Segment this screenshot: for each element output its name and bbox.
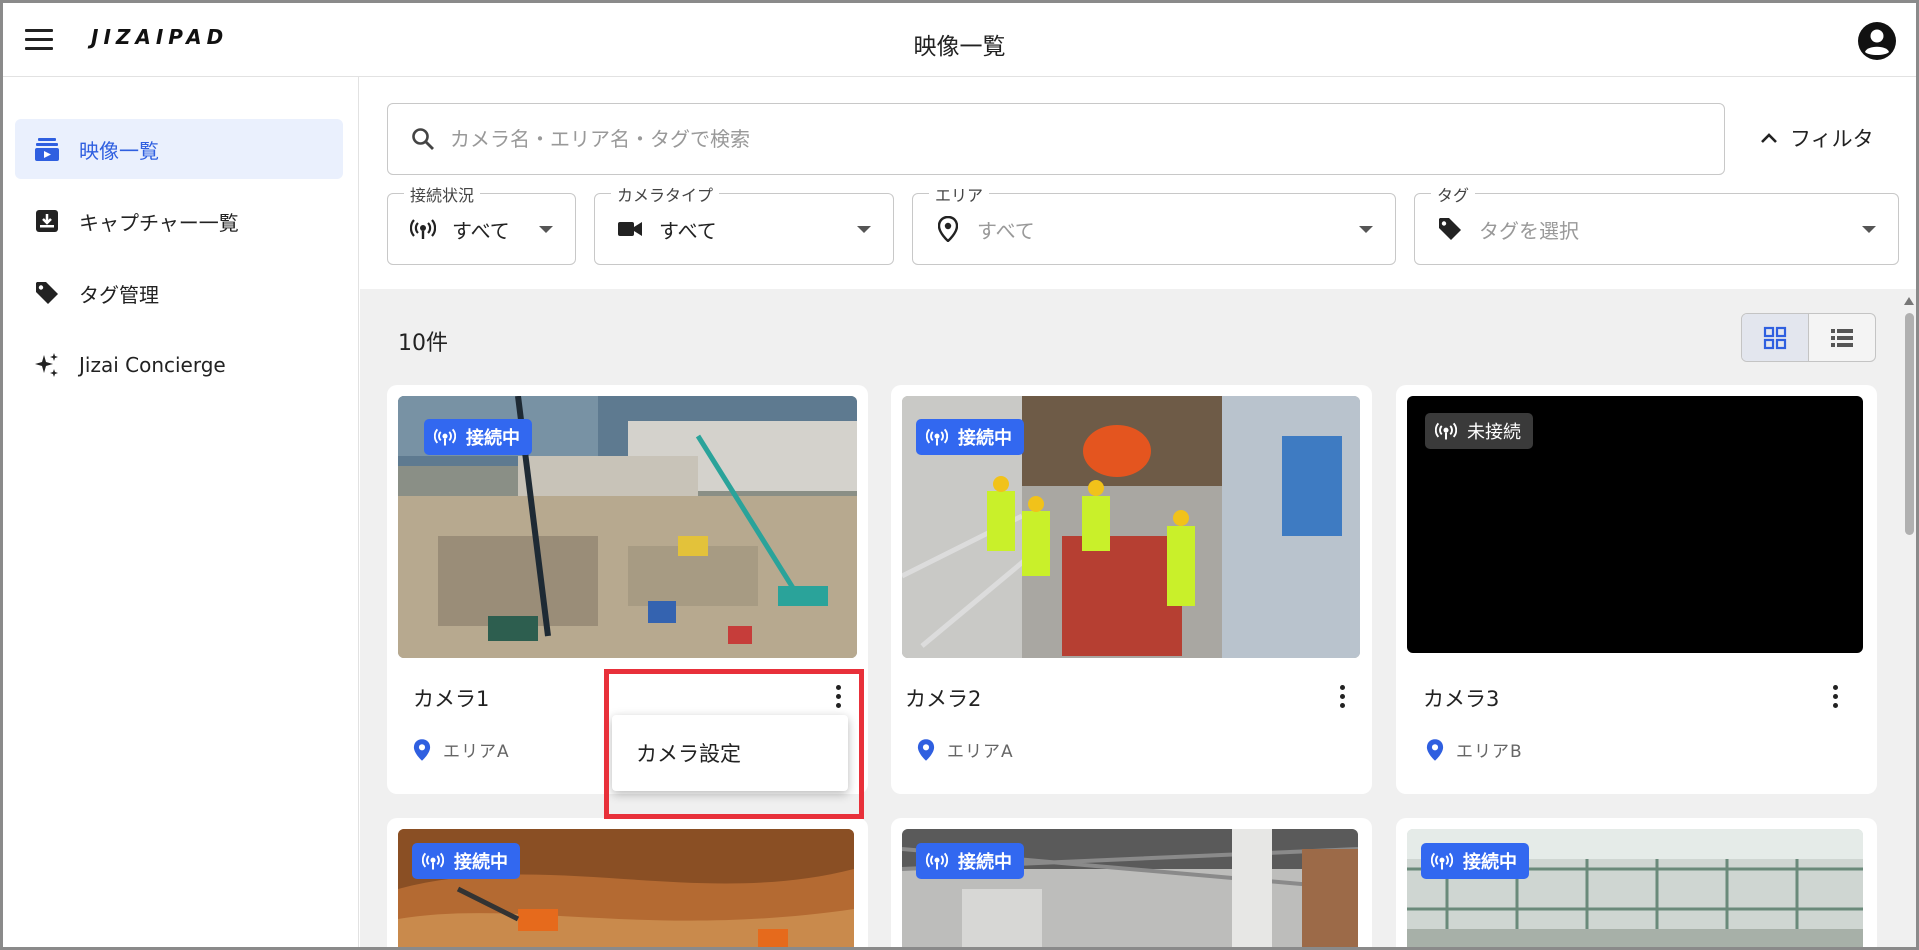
field-value: すべて — [659, 218, 717, 243]
broadcast-icon — [926, 428, 948, 446]
more-options-icon[interactable] — [1332, 681, 1352, 711]
camera-thumbnail[interactable]: 接続中 — [902, 829, 1358, 947]
camera-thumbnail[interactable]: 接続中 — [902, 396, 1360, 658]
grid-icon — [1763, 326, 1787, 349]
camera-thumbnail[interactable]: 接続中 — [398, 829, 854, 947]
field-value: すべて — [452, 218, 510, 243]
camera-card[interactable]: 接続中 — [387, 818, 868, 947]
status-label: 接続中 — [958, 852, 1012, 873]
sidebar: 映像一覧 キャプチャー一覧 タグ管理 Jizai Concierge — [3, 77, 359, 947]
broadcast-icon — [422, 852, 444, 870]
camera-settings-menu-item[interactable]: カメラ設定 — [612, 715, 848, 791]
filter-toggle-label: フィルタ — [1790, 127, 1874, 151]
chevron-up-icon — [1761, 133, 1777, 143]
grid-view-button[interactable] — [1742, 314, 1809, 361]
camera-card[interactable]: 接続中 カメラ2 エリアA — [891, 385, 1372, 794]
status-label: 接続中 — [1463, 852, 1517, 873]
capture-icon — [33, 207, 61, 235]
search-icon — [412, 128, 434, 150]
video-list-icon — [33, 135, 61, 163]
status-badge: 接続中 — [1421, 843, 1529, 879]
camera-card[interactable]: 接続中 — [1396, 818, 1877, 947]
sidebar-item-label: キャプチャー一覧 — [79, 210, 239, 235]
camera-area: エリアA — [413, 737, 510, 762]
sidebar-item-label: 映像一覧 — [79, 138, 159, 163]
app-window: JIZAIPAD 映像一覧 映像一覧 キャプチャー一覧 タグ管理 Jizai C… — [0, 0, 1919, 950]
camera-card[interactable]: 接続中 — [891, 818, 1372, 947]
area-label: エリアA — [947, 742, 1014, 762]
tag-icon — [33, 279, 61, 307]
filter-toggle-button[interactable]: フィルタ — [1760, 123, 1874, 153]
field-legend: カメラタイプ — [611, 182, 720, 206]
area-label: エリアA — [443, 742, 510, 762]
sidebar-item-jizai-concierge[interactable]: Jizai Concierge — [15, 335, 343, 395]
broadcast-icon — [410, 216, 436, 242]
tag-icon — [1437, 216, 1463, 242]
more-options-icon[interactable] — [828, 681, 848, 711]
more-options-icon[interactable] — [1825, 681, 1845, 711]
tag-select[interactable]: タグ タグを選択 — [1414, 182, 1899, 265]
camera-name: カメラ2 — [905, 687, 982, 711]
connection-status-select[interactable]: 接続状況 すべて — [387, 182, 576, 265]
scroll-up-arrow-icon[interactable] — [1904, 297, 1914, 305]
location-pin-icon — [935, 216, 961, 242]
result-count: 10件 — [398, 331, 448, 356]
status-badge: 未接続 — [1425, 413, 1533, 449]
sparkle-icon — [33, 351, 61, 379]
status-label: 接続中 — [958, 428, 1012, 449]
status-badge: 接続中 — [412, 843, 520, 879]
sidebar-item-label: Jizai Concierge — [79, 353, 226, 377]
broadcast-icon — [434, 428, 456, 446]
location-pin-icon — [917, 738, 935, 761]
sidebar-item-tag-management[interactable]: タグ管理 — [15, 263, 343, 323]
field-legend: 接続状況 — [404, 182, 481, 206]
broadcast-icon — [926, 852, 948, 870]
scrollbar-thumb[interactable] — [1905, 313, 1914, 535]
camera-area: エリアB — [1426, 737, 1523, 762]
camera-thumbnail[interactable]: 未接続 — [1407, 396, 1863, 653]
camera-area: エリアA — [917, 737, 1014, 762]
camera-name: カメラ3 — [1423, 687, 1500, 711]
account-icon[interactable] — [1857, 21, 1897, 61]
status-badge: 接続中 — [916, 843, 1024, 879]
chevron-down-icon — [1359, 226, 1373, 233]
status-label: 接続中 — [454, 852, 508, 873]
search-box[interactable] — [387, 103, 1725, 175]
camera-type-select[interactable]: カメラタイプ すべて — [594, 182, 894, 265]
status-label: 接続中 — [466, 428, 520, 449]
field-legend: エリア — [929, 182, 990, 206]
broadcast-icon — [1431, 852, 1453, 870]
list-icon — [1831, 328, 1853, 347]
filter-bar: フィルタ 接続状況 すべて カメラタイプ すべて エリア — [360, 77, 1916, 289]
list-view-button[interactable] — [1809, 314, 1875, 361]
video-camera-icon — [617, 216, 643, 242]
field-legend: タグ — [1431, 182, 1476, 206]
camera-card[interactable]: 未接続 カメラ3 エリアB — [1396, 385, 1877, 794]
sidebar-item-label: タグ管理 — [79, 282, 159, 307]
field-value: すべて — [977, 218, 1035, 243]
field-value: タグを選択 — [1479, 218, 1579, 243]
camera-thumbnail[interactable]: 接続中 — [1407, 829, 1863, 947]
camera-name: カメラ1 — [413, 687, 490, 711]
vertical-scrollbar[interactable] — [1902, 289, 1916, 947]
page-title: 映像一覧 — [913, 34, 1006, 60]
area-select[interactable]: エリア すべて — [912, 182, 1396, 265]
chevron-down-icon — [857, 226, 871, 233]
broadcast-icon — [1435, 422, 1457, 440]
chevron-down-icon — [1862, 226, 1876, 233]
menu-item-label: カメラ設定 — [636, 742, 741, 766]
camera-thumbnail[interactable]: 接続中 — [398, 396, 857, 658]
search-input[interactable] — [450, 127, 1650, 151]
location-pin-icon — [1426, 738, 1444, 761]
location-pin-icon — [413, 738, 431, 761]
chevron-down-icon — [539, 226, 553, 233]
top-app-bar: JIZAIPAD 映像一覧 — [3, 3, 1916, 77]
status-label: 未接続 — [1467, 422, 1521, 443]
area-label: エリアB — [1456, 742, 1523, 762]
sidebar-item-video-list[interactable]: 映像一覧 — [15, 119, 343, 179]
status-badge: 接続中 — [424, 419, 532, 455]
sidebar-item-capture-list[interactable]: キャプチャー一覧 — [15, 191, 343, 251]
view-toggle — [1741, 313, 1876, 362]
status-badge: 接続中 — [916, 419, 1024, 455]
